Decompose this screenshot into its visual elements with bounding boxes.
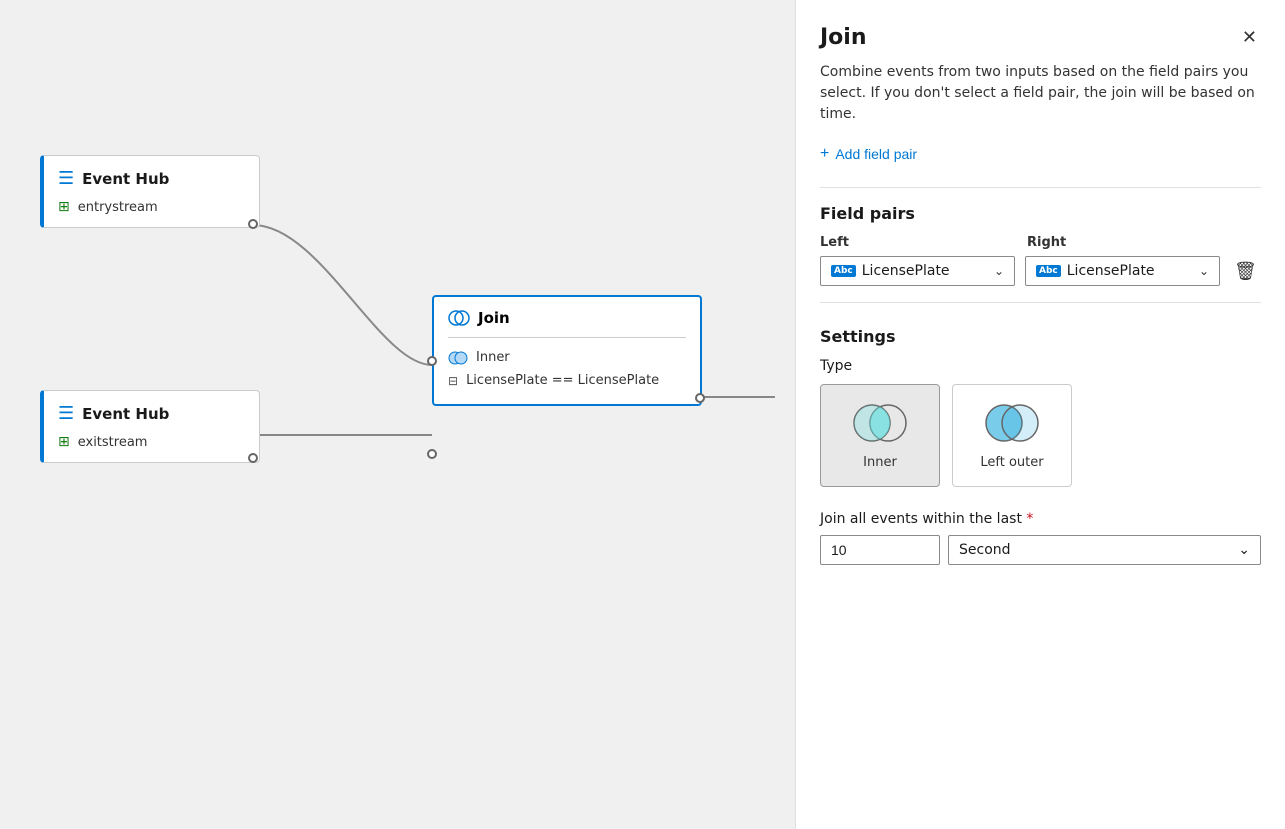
settings-divider [820,302,1261,303]
eventhub2-title: ☰ Event Hub [58,403,245,424]
eventhub2-node[interactable]: ☰ Event Hub ⊞ exitstream [40,390,260,463]
eventhub2-table-icon: ⊞ [58,434,70,450]
join-type-icon [448,351,468,365]
right-field-label: Right [1027,235,1261,250]
canvas-area: ☰ Event Hub ⊞ entrystream ☰ Event Hub ⊞ … [0,0,795,829]
eventhub2-stream-label: exitstream [78,435,148,450]
field-pair-row: Abc LicensePlate ⌄ Abc LicensePlate ⌄ 🗑 [820,256,1261,286]
type-left-outer-label: Left outer [980,455,1043,470]
type-options: Inner Left outer [820,384,1261,487]
right-abc-icon: Abc [1036,265,1061,277]
field-pairs-section-title: Field pairs [820,204,1261,223]
type-option-left-outer[interactable]: Left outer [952,384,1072,487]
eventhub1-icon: ☰ [58,168,74,189]
left-field-value: LicensePlate [862,263,988,279]
eventhub1-type-label: Event Hub [82,170,169,188]
plus-icon: + [820,145,829,163]
eventhub1-node[interactable]: ☰ Event Hub ⊞ entrystream [40,155,260,228]
join-node[interactable]: Join Inner ⊟ LicensePlate == LicensePlat… [432,295,702,406]
eventhub2-right-connector [248,453,258,463]
panel-header: Join ✕ [820,24,1261,50]
join-left-top-connector [427,356,437,366]
join-left-bottom-connector [427,449,437,459]
type-inner-label: Inner [863,455,897,470]
right-field-dropdown[interactable]: Abc LicensePlate ⌄ [1025,256,1220,286]
join-within-unit-label: Second [959,542,1011,558]
join-within-unit-select[interactable]: Second ⌄ [948,535,1261,565]
panel-description: Combine events from two inputs based on … [820,62,1261,125]
field-pairs-divider [820,187,1261,188]
left-field-dropdown[interactable]: Abc LicensePlate ⌄ [820,256,1015,286]
eventhub2-content: ⊞ exitstream [58,434,245,450]
right-chevron-icon: ⌄ [1199,264,1209,278]
eventhub2-type-label: Event Hub [82,405,169,423]
panel-title: Join [820,25,867,50]
join-type-row: Inner [448,346,686,369]
left-abc-icon: Abc [831,265,856,277]
join-node-divider [448,337,686,338]
left-outer-venn-icon [982,401,1042,445]
join-within-row: Second ⌄ [820,535,1261,565]
add-field-pair-button[interactable]: + Add field pair [820,141,1261,167]
join-node-label: Join [478,309,510,327]
eventhub1-table-icon: ⊞ [58,199,70,215]
join-condition-label: LicensePlate == LicensePlate [466,373,659,388]
settings-section: Settings Type Inner [820,327,1261,565]
inner-venn-icon [850,401,910,445]
eventhub1-title: ☰ Event Hub [58,168,245,189]
join-within-label-text: Join all events within the last [820,511,1022,527]
delete-field-pair-button[interactable]: 🗑 [1230,257,1261,286]
eventhub1-stream-label: entrystream [78,200,158,215]
join-type-label: Inner [476,350,510,365]
eventhub2-icon: ☰ [58,403,74,424]
type-option-inner[interactable]: Inner [820,384,940,487]
join-node-title: Join [448,309,686,327]
required-star: * [1026,511,1033,527]
join-right-connector [695,393,705,403]
field-pairs-header: Left Right [820,235,1261,250]
eventhub1-content: ⊞ entrystream [58,199,245,215]
type-label: Type [820,358,1261,374]
unit-chevron-icon: ⌄ [1238,542,1250,558]
add-field-pair-label: Add field pair [835,146,917,162]
close-button[interactable]: ✕ [1238,24,1261,50]
join-within-label: Join all events within the last * [820,511,1261,527]
right-field-value: LicensePlate [1067,263,1193,279]
right-panel: Join ✕ Combine events from two inputs ba… [795,0,1285,829]
settings-section-title: Settings [820,327,1261,346]
join-condition-row: ⊟ LicensePlate == LicensePlate [448,369,686,392]
join-node-icon [448,310,470,326]
eventhub1-right-connector [248,219,258,229]
left-field-label: Left [820,235,1015,250]
left-chevron-icon: ⌄ [994,264,1004,278]
join-within-input[interactable] [820,535,940,565]
join-condition-icon: ⊟ [448,374,458,388]
